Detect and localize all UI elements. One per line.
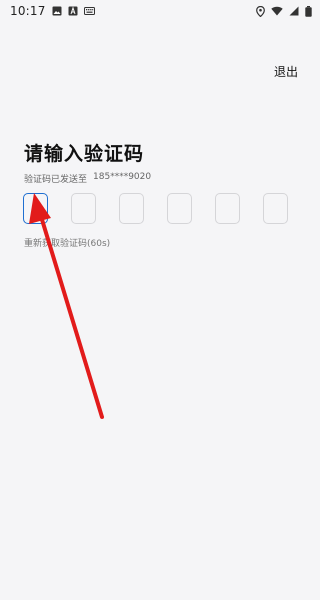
- status-bar: 10:17: [0, 0, 320, 22]
- sent-to-text: 验证码已发送至 185****9020: [24, 172, 151, 185]
- resend-code-countdown[interactable]: 重新获取验证码(60s): [24, 236, 110, 249]
- sent-to-label: 验证码已发送至: [24, 175, 88, 185]
- code-digit-box-1[interactable]: [23, 193, 48, 224]
- image-notification-icon: [52, 6, 62, 16]
- verification-code-input[interactable]: [23, 193, 288, 224]
- code-digit-box-4[interactable]: [167, 193, 192, 224]
- code-digit-box-3[interactable]: [119, 193, 144, 224]
- page-title: 请输入验证码: [24, 143, 145, 165]
- code-digit-box-2[interactable]: [71, 193, 96, 224]
- signal-icon: [289, 6, 299, 16]
- app-notification-icon: [68, 6, 78, 16]
- status-left: 10:17: [10, 4, 95, 18]
- code-digit-box-6[interactable]: [263, 193, 288, 224]
- logout-button[interactable]: 退出: [274, 63, 298, 80]
- wifi-icon: [271, 6, 283, 16]
- annotation-arrow: [29, 193, 104, 419]
- notification-icons: [52, 6, 95, 16]
- code-digit-box-5[interactable]: [215, 193, 240, 224]
- masked-phone-number: 185****9020: [93, 172, 152, 182]
- system-icons: [256, 5, 312, 17]
- status-time: 10:17: [10, 4, 46, 18]
- keyboard-icon: [83, 7, 95, 15]
- location-icon: [256, 5, 265, 17]
- battery-icon: [305, 5, 312, 17]
